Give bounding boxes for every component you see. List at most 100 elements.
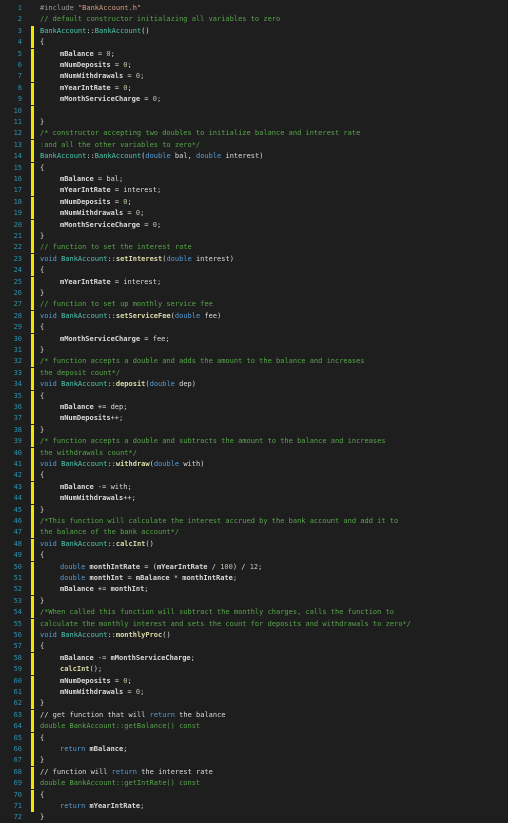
code-text: { bbox=[40, 38, 45, 47]
code-line[interactable]: 43 mBalance -= with; bbox=[0, 481, 508, 493]
code-line[interactable]: 48 void BankAccount::calcInt() bbox=[0, 538, 508, 550]
code-line[interactable]: 69 double BankAccount::getIntRate() const bbox=[0, 778, 508, 790]
code-line[interactable]: 28 void BankAccount::setServiceFee(double… bbox=[0, 310, 508, 322]
code-text: mNumWithdrawals = 0; bbox=[60, 688, 145, 696]
code-line[interactable]: 56 void BankAccount::monthlyProc() bbox=[0, 630, 508, 641]
code-line[interactable]: 3 BankAccount::BankAccount() bbox=[0, 25, 508, 37]
line-number: 2 bbox=[17, 15, 22, 24]
line-number: 31 bbox=[13, 346, 22, 354]
code-line[interactable]: 24 { bbox=[0, 265, 508, 277]
change-marker bbox=[31, 504, 34, 516]
code-line[interactable]: 68 // function will return the interest r… bbox=[0, 766, 508, 778]
change-marker bbox=[31, 208, 34, 220]
code-line[interactable]: 46 /*This function will calculate the int… bbox=[0, 516, 508, 527]
code-line[interactable]: 22 // function to set the interest rate bbox=[0, 242, 508, 254]
code-line[interactable]: 36 mBalance += dep; bbox=[0, 402, 508, 413]
line-number: 61 bbox=[13, 688, 22, 696]
code-line[interactable]: 70 { bbox=[0, 789, 508, 801]
line-number: 9 bbox=[17, 95, 22, 104]
code-line[interactable]: 61 mNumWithdrawals = 0; bbox=[0, 687, 508, 698]
code-line[interactable]: 17 mYearIntRate = interest; bbox=[0, 185, 508, 197]
code-text: mNumWithdrawals++; bbox=[60, 494, 136, 503]
code-line[interactable]: 18 mNumDeposits = 0; bbox=[0, 196, 508, 208]
code-line[interactable]: 71 return mYearIntRate; bbox=[0, 801, 508, 812]
code-line[interactable]: 57 { bbox=[0, 641, 508, 653]
change-marker bbox=[31, 778, 34, 790]
line-number: 50 bbox=[13, 562, 22, 571]
code-line[interactable]: 35 { bbox=[0, 390, 508, 402]
code-line[interactable]: 51 double monthInt = mBalance * monthIntR… bbox=[0, 573, 508, 584]
code-text: mBalance = bal; bbox=[60, 175, 124, 183]
code-line[interactable]: 63 // get function that will return the b… bbox=[0, 709, 508, 721]
code-line[interactable]: 8 mYearIntRate = 0; bbox=[0, 82, 508, 94]
code-line[interactable]: 65 { bbox=[0, 732, 508, 744]
line-number: 7 bbox=[17, 72, 22, 81]
code-line[interactable]: 5 mBalance = 0; bbox=[0, 48, 508, 60]
code-line[interactable]: 30 mMonthServiceCharge = fee; bbox=[0, 333, 508, 345]
code-line[interactable]: 19 mNumWithdrawals = 0; bbox=[0, 208, 508, 220]
code-line[interactable]: 9 mMonthServiceCharge = 0; bbox=[0, 94, 508, 106]
code-line[interactable]: 1 #include "BankAccount.h" bbox=[0, 3, 508, 14]
code-line[interactable]: 29 { bbox=[0, 322, 508, 334]
code-line[interactable]: 32 /* function accepts a double and adds … bbox=[0, 356, 508, 368]
code-line[interactable]: 55 calculate the monthly interest and set… bbox=[0, 618, 508, 630]
code-line[interactable]: 12 /* constructor accepting two doubles t… bbox=[0, 128, 508, 140]
code-line[interactable]: 6 mNumDeposits = 0; bbox=[0, 60, 508, 71]
code-line[interactable]: 14 BankAccount::BankAccount(double bal, d… bbox=[0, 151, 508, 163]
line-number: 42 bbox=[13, 471, 22, 480]
code-line[interactable]: 15 { bbox=[0, 162, 508, 174]
code-line[interactable]: 45} bbox=[0, 504, 508, 516]
code-line[interactable]: 60 mNumDeposits = 0; bbox=[0, 675, 508, 687]
code-line[interactable]: 25 mYearIntRate = interest; bbox=[0, 276, 508, 288]
code-line[interactable]: 38} bbox=[0, 424, 508, 436]
line-number: 67 bbox=[13, 756, 22, 765]
code-line[interactable]: 26} bbox=[0, 288, 508, 299]
code-line[interactable]: 58 mBalance -= mMonthServiceCharge; bbox=[0, 652, 508, 664]
code-line[interactable]: 62} bbox=[0, 698, 508, 710]
code-line[interactable]: 66 return mBalance; bbox=[0, 744, 508, 755]
code-line[interactable]: 49 { bbox=[0, 550, 508, 562]
change-marker bbox=[31, 698, 34, 710]
code-text: mNumDeposits = 0; bbox=[60, 197, 132, 206]
code-line[interactable]: 4{ bbox=[0, 37, 508, 49]
line-number: 69 bbox=[13, 779, 22, 788]
code-line[interactable]: 23 void BankAccount::setInterest(double i… bbox=[0, 253, 508, 265]
change-marker bbox=[31, 117, 34, 128]
change-marker bbox=[31, 60, 34, 71]
code-editor[interactable]: 1 #include "BankAccount.h" 2 // default con… bbox=[0, 0, 508, 821]
code-line[interactable]: 42 { bbox=[0, 470, 508, 482]
code-line[interactable]: 37 mNumDeposits++; bbox=[0, 413, 508, 425]
line-number: 20 bbox=[13, 220, 22, 229]
line-number: 40 bbox=[13, 448, 22, 457]
code-line[interactable]: 33 the deposit count*/ bbox=[0, 367, 508, 379]
code-line[interactable]: 31} bbox=[0, 345, 508, 356]
code-line[interactable]: 52 mBalance += monthInt; bbox=[0, 584, 508, 596]
code-line[interactable]: 7 mNumWithdrawals = 0; bbox=[0, 71, 508, 83]
code-line[interactable]: 50 double monthIntRate = (mYearIntRate / … bbox=[0, 561, 508, 573]
code-line[interactable]: 21} bbox=[0, 231, 508, 242]
code-text: { bbox=[40, 266, 45, 275]
change-marker bbox=[31, 766, 34, 778]
code-line[interactable]: 10 bbox=[0, 105, 508, 117]
code-line[interactable]: 47 the balance of the bank account*/ bbox=[0, 527, 508, 539]
code-line[interactable]: 40 the withdrawals count*/ bbox=[0, 447, 508, 459]
code-line[interactable]: 39 /* function accepts a double and subtr… bbox=[0, 436, 508, 448]
code-line[interactable]: 44 mNumWithdrawals++; bbox=[0, 493, 508, 505]
code-line[interactable]: 72} bbox=[0, 812, 508, 823]
code-line[interactable]: 41 void BankAccount::withdraw(double with… bbox=[0, 459, 508, 470]
code-line[interactable]: 64 double BankAccount::getBalance() const bbox=[0, 721, 508, 733]
line-number: 8 bbox=[17, 83, 22, 92]
code-line[interactable]: 16 mBalance = bal; bbox=[0, 174, 508, 185]
code-line[interactable]: 27 // function to set up monthly service … bbox=[0, 299, 508, 311]
code-line[interactable]: 34 void BankAccount::deposit(double dep) bbox=[0, 379, 508, 391]
code-line[interactable]: 53} bbox=[0, 595, 508, 607]
change-marker bbox=[31, 185, 34, 197]
code-line[interactable]: 20 mMonthServiceCharge = 0; bbox=[0, 219, 508, 231]
code-line[interactable]: 59 calcInt(); bbox=[0, 664, 508, 676]
code-line[interactable]: 67} bbox=[0, 755, 508, 767]
code-line[interactable]: 13:and all the other variables to zero*/ bbox=[0, 139, 508, 151]
code-line[interactable]: 11} bbox=[0, 117, 508, 128]
change-marker bbox=[31, 675, 34, 687]
code-line[interactable]: 2 // default constructor initialazing all… bbox=[0, 14, 508, 25]
code-line[interactable]: 54 /*When called this function will subtr… bbox=[0, 607, 508, 619]
